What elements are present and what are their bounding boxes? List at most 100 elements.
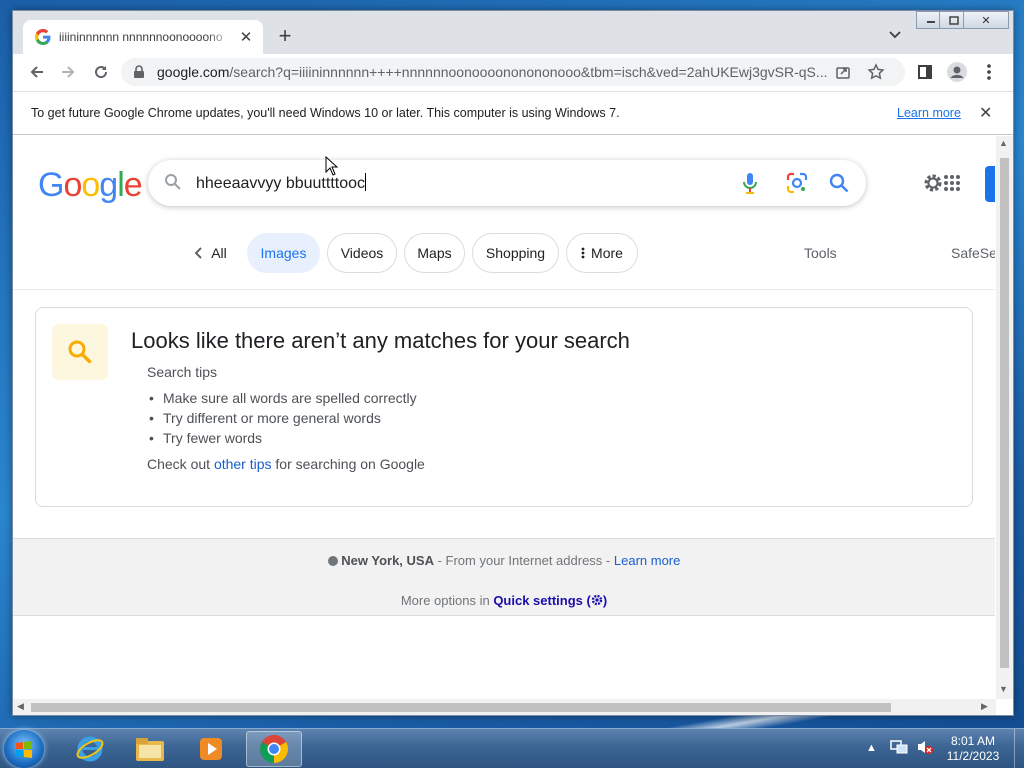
google-favicon-icon — [35, 29, 51, 45]
search-submit-icon[interactable] — [828, 172, 850, 199]
safesearch-button[interactable]: SafeSe — [951, 245, 995, 261]
checkout-prefix: Check out — [147, 456, 214, 472]
other-tips-link[interactable]: other tips — [214, 456, 272, 472]
google-lens-icon[interactable] — [786, 172, 808, 199]
tab-search-chevron-icon[interactable] — [885, 25, 905, 45]
location-name: New York, USA — [341, 553, 434, 568]
tab-strip: iiiininnnnnn nnnnnnoonoooono ✕ + ✕ — [13, 11, 1013, 54]
chip-videos[interactable]: Videos — [327, 233, 397, 273]
text-caret — [365, 173, 367, 191]
lock-icon[interactable] — [133, 65, 147, 79]
logo-letter: g — [99, 166, 118, 204]
scroll-left-arrow-icon[interactable]: ◀ — [17, 701, 24, 712]
chip-shopping[interactable]: Shopping — [472, 233, 559, 273]
chrome-window: iiiininnnnnn nnnnnnoonoooono ✕ + ✕ googl… — [12, 10, 1014, 716]
browser-tab[interactable]: iiiininnnnnn nnnnnnoonoooono ✕ — [23, 20, 263, 54]
bookmark-star-icon[interactable] — [867, 63, 885, 86]
reload-icon[interactable] — [89, 60, 113, 84]
location-line: New York, USA - From your Internet addre… — [13, 553, 995, 568]
taskbar-file-explorer[interactable] — [122, 731, 178, 767]
tools-button[interactable]: Tools — [804, 245, 837, 261]
logo-letter: e — [123, 166, 143, 204]
chevron-left-icon — [195, 247, 202, 259]
tab-close-icon[interactable]: ✕ — [237, 28, 255, 46]
more-vertical-dots-icon — [581, 247, 585, 259]
vertical-scroll-thumb[interactable] — [1000, 158, 1009, 668]
infobar-learn-more-link[interactable]: Learn more — [897, 106, 961, 120]
chip-more[interactable]: More — [566, 233, 638, 273]
checkout-suffix: for searching on Google — [271, 456, 425, 472]
location-learn-more-link[interactable]: Learn more — [614, 553, 680, 568]
tab-title: iiiininnnnnn nnnnnnoonoooono — [59, 30, 223, 44]
chrome-icon — [260, 735, 288, 763]
chip-all-label: All — [211, 245, 227, 261]
scroll-up-arrow-icon[interactable]: ▲ — [999, 138, 1008, 148]
share-icon[interactable] — [835, 64, 851, 85]
horizontal-scroll-thumb[interactable] — [31, 703, 891, 712]
profile-avatar-icon[interactable] — [945, 60, 969, 84]
page-content: Google hheeaavvyy bbuuttttooc All Images… — [13, 136, 995, 699]
no-results-heading: Looks like there aren’t any matches for … — [131, 328, 630, 353]
browser-toolbar: google.com/search?q=iiiininnnnnn++++nnnn… — [13, 54, 1013, 90]
divider — [13, 289, 995, 290]
windows-logo-icon — [16, 741, 32, 758]
options-prefix: More options in — [400, 593, 494, 608]
close-window-button[interactable]: ✕ — [963, 11, 1009, 29]
search-query-text: hheeaavvyy bbuuttttooc — [196, 175, 366, 192]
scroll-down-arrow-icon[interactable]: ▼ — [999, 684, 1008, 694]
google-logo[interactable]: Google — [38, 166, 143, 205]
chip-images[interactable]: Images — [247, 233, 320, 273]
vertical-scrollbar[interactable]: ▲ ▼ — [996, 136, 1013, 699]
infobar-close-icon[interactable]: ✕ — [979, 103, 992, 123]
kebab-menu-icon[interactable] — [977, 60, 1001, 84]
taskbar-media-player[interactable] — [183, 731, 239, 767]
windows-taskbar: ▲ 8:01 AM 11/2/2023 — [0, 728, 1024, 768]
search-input[interactable]: hheeaavvyy bbuuttttooc — [196, 173, 367, 193]
side-panel-icon[interactable] — [913, 60, 937, 84]
location-suffix: - From your Internet address - — [433, 553, 614, 568]
start-button[interactable] — [4, 730, 44, 768]
gear-icon — [591, 594, 603, 606]
list-item: Try different or more general words — [149, 408, 417, 428]
tray-expand-arrow-icon[interactable]: ▲ — [866, 742, 877, 754]
sign-in-button[interactable] — [985, 166, 995, 202]
quick-settings-link[interactable]: Quick settings () — [493, 593, 607, 608]
logo-letter: o — [81, 166, 100, 204]
google-apps-grid-icon[interactable] — [943, 174, 961, 197]
voice-search-mic-icon[interactable] — [743, 172, 757, 199]
network-icon[interactable] — [890, 739, 908, 755]
chip-videos-label: Videos — [340, 245, 384, 261]
url-path: /search?q=iiiininnnnnn++++nnnnnnoonoooon… — [229, 64, 828, 80]
search-tips-list: Make sure all words are spelled correctl… — [149, 388, 417, 448]
more-options-line: More options in Quick settings () — [13, 593, 995, 608]
chip-more-label: More — [591, 245, 623, 261]
settings-gear-icon[interactable] — [923, 173, 943, 198]
taskbar-chrome[interactable] — [246, 731, 302, 767]
volume-muted-icon[interactable] — [916, 739, 934, 755]
media-player-icon — [200, 738, 222, 760]
horizontal-scrollbar[interactable]: ◀ ▶ — [13, 699, 996, 715]
taskbar-internet-explorer[interactable] — [62, 731, 118, 767]
quick-settings-label: Quick settings ( — [493, 593, 591, 608]
list-item: Make sure all words are spelled correctl… — [149, 388, 417, 408]
chip-images-label: Images — [260, 245, 307, 261]
search-tips-title: Search tips — [147, 364, 218, 380]
scroll-right-arrow-icon[interactable]: ▶ — [981, 701, 988, 712]
taskbar-clock[interactable]: 8:01 AM 11/2/2023 — [938, 734, 1008, 764]
url-text: google.com/search?q=iiiininnnnnn++++nnnn… — [157, 64, 837, 80]
back-arrow-icon[interactable] — [25, 60, 49, 84]
address-bar[interactable]: google.com/search?q=iiiininnnnnn++++nnnn… — [121, 58, 905, 86]
show-desktop-button[interactable] — [1014, 729, 1024, 768]
search-box[interactable]: hheeaavvyy bbuuttttooc — [148, 160, 866, 206]
internet-explorer-icon — [76, 736, 104, 762]
new-tab-button[interactable]: + — [273, 25, 297, 49]
no-results-card: Looks like there aren’t any matches for … — [35, 307, 973, 507]
other-tips-line: Check out other tips for searching on Go… — [147, 456, 425, 472]
forward-arrow-icon[interactable] — [56, 60, 80, 84]
mouse-cursor-icon — [325, 155, 339, 181]
chip-all[interactable]: All — [183, 233, 239, 273]
magnifier-badge-icon — [52, 324, 108, 380]
chip-maps[interactable]: Maps — [404, 233, 465, 273]
logo-letter: o — [63, 166, 82, 204]
location-dot-icon — [327, 556, 338, 566]
